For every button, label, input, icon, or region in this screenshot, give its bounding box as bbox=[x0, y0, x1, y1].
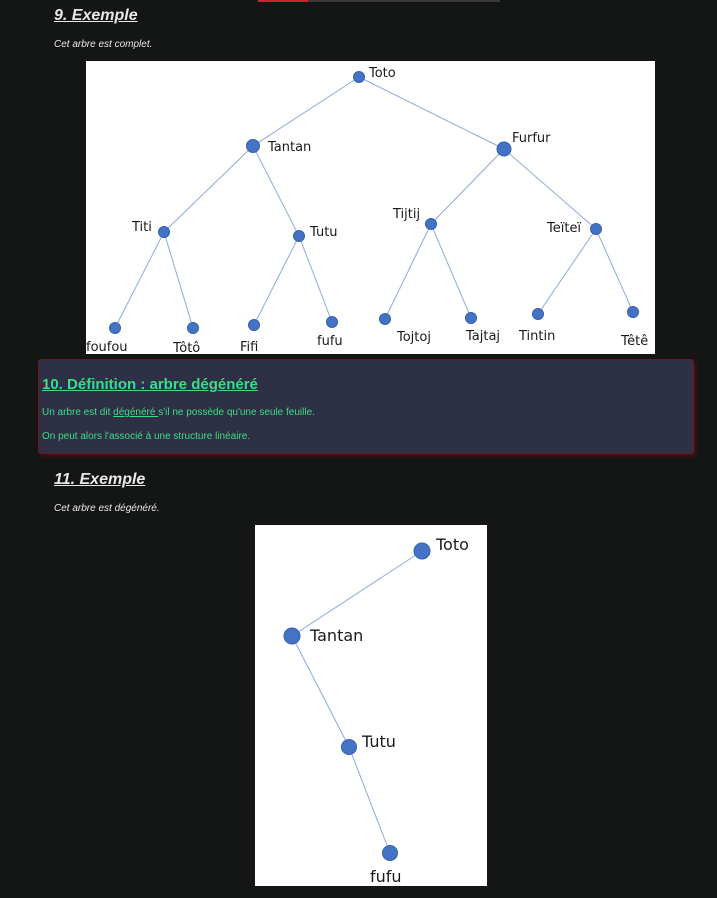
edge-titi-toto2 bbox=[163, 231, 194, 329]
node-tete bbox=[627, 306, 639, 318]
node-tantan bbox=[283, 627, 301, 645]
node-tantan bbox=[246, 139, 260, 153]
edge-tutu-fufu bbox=[298, 235, 333, 323]
node-toto2 bbox=[187, 322, 199, 334]
edge-tijtij-tojtoj bbox=[384, 223, 432, 320]
node-tajtaj bbox=[465, 312, 477, 324]
degenerate-tree-svg: Toto Tantan Tutu fufu bbox=[283, 535, 469, 886]
label-fufu: fufu bbox=[317, 334, 343, 349]
node-fufu bbox=[326, 316, 338, 328]
edge-tantan-tutu bbox=[291, 635, 350, 748]
label-tutu: Tutu bbox=[361, 732, 396, 751]
label-tojtoj: Tojtoj bbox=[396, 330, 431, 345]
edge-toto-furfur bbox=[358, 76, 505, 150]
label-tantan: Tantan bbox=[267, 140, 311, 155]
node-tutu bbox=[341, 739, 357, 755]
definition-line-2: On peut alors l'associé à une structure … bbox=[42, 431, 251, 442]
node-tintin bbox=[532, 308, 544, 320]
node-tutu bbox=[293, 230, 305, 242]
example-9-title: 9. Exemple bbox=[54, 7, 138, 24]
node-foufou bbox=[109, 322, 121, 334]
label-furfur: Furfur bbox=[512, 131, 551, 146]
label-tantan: Tantan bbox=[309, 626, 363, 645]
label-toto2: Tôtô bbox=[172, 341, 200, 354]
definition-line-1: Un arbre est dit dégénéré s'il ne possèd… bbox=[42, 407, 315, 418]
label-teitei: Teïteï bbox=[546, 221, 581, 236]
edge-furfur-teitei bbox=[503, 148, 597, 230]
edge-tutu-fifi bbox=[253, 235, 300, 326]
label-tete: Têtê bbox=[620, 334, 648, 349]
node-toto bbox=[413, 542, 431, 560]
edge-tantan-tutu bbox=[252, 145, 300, 237]
complete-tree-svg: Toto Tantan Furfur Titi Tutu Tijtij Teït… bbox=[86, 66, 648, 354]
edge-titi-foufou bbox=[114, 231, 165, 329]
label-tijtij: Tijtij bbox=[392, 207, 420, 222]
edge-toto-tantan bbox=[291, 550, 423, 637]
complete-tree-figure: Toto Tantan Furfur Titi Tutu Tijtij Teït… bbox=[86, 61, 655, 354]
degenerate-tree-figure: Toto Tantan Tutu fufu bbox=[255, 525, 487, 886]
node-toto bbox=[353, 71, 365, 83]
definition-10-title: 10. Définition : arbre dégénéré bbox=[42, 376, 258, 393]
label-tajtaj: Tajtaj bbox=[465, 329, 500, 344]
top-nav-strip bbox=[258, 0, 500, 2]
node-tijtij bbox=[425, 218, 437, 230]
node-fifi bbox=[248, 319, 260, 331]
edge-toto-tantan bbox=[252, 76, 360, 147]
page: 9. Exemple Cet arbre est complet. Toto T… bbox=[0, 0, 717, 898]
node-titi bbox=[158, 226, 170, 238]
example-11-title: 11. Exemple bbox=[54, 471, 146, 488]
edge-tantan-titi bbox=[163, 145, 254, 233]
node-teitei bbox=[590, 223, 602, 235]
node-tojtoj bbox=[379, 313, 391, 325]
edge-tijtij-tajtaj bbox=[430, 223, 472, 319]
node-fufu bbox=[382, 845, 398, 861]
node-furfur bbox=[496, 141, 512, 157]
edge-teitei-tete bbox=[595, 228, 634, 313]
example-9-caption: Cet arbre est complet. bbox=[54, 39, 153, 50]
label-fufu: fufu bbox=[370, 867, 402, 886]
label-toto: Toto bbox=[368, 66, 396, 81]
label-fifi: Fifi bbox=[240, 340, 258, 354]
label-tutu: Tutu bbox=[309, 225, 338, 240]
label-titi: Titi bbox=[131, 220, 152, 235]
label-tintin: Tintin bbox=[518, 329, 555, 344]
edge-tutu-fufu bbox=[348, 746, 391, 854]
active-indicator bbox=[258, 0, 308, 2]
example-11-caption: Cet arbre est dégénéré. bbox=[54, 503, 160, 514]
definition-text-after: s'il ne possède qu'une seule feuille. bbox=[158, 407, 315, 418]
edge-furfur-tijtij bbox=[430, 148, 505, 225]
definition-box: 10. Définition : arbre dégénéré Un arbre… bbox=[38, 359, 694, 454]
edge-teitei-tintin bbox=[537, 228, 597, 315]
label-foufou: foufou bbox=[86, 340, 128, 354]
label-toto: Toto bbox=[435, 535, 469, 554]
definition-text-before: Un arbre est dit bbox=[42, 407, 114, 418]
definition-term: dégénéré bbox=[113, 407, 159, 418]
